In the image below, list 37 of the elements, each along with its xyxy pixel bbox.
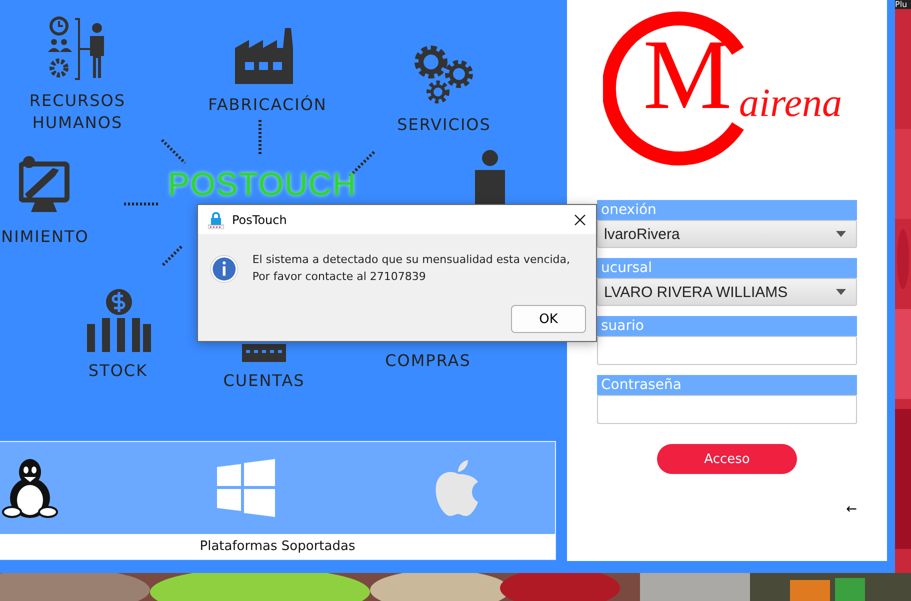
login-button[interactable]: Acceso <box>657 444 797 474</box>
dialog-title: PosTouch <box>232 212 288 226</box>
app-title: POSTOUCH <box>168 166 357 202</box>
field-label: ucursal <box>597 258 857 278</box>
input-field[interactable] <box>597 395 857 424</box>
logo-wordmark: airena <box>739 86 842 120</box>
dropdown[interactable]: LVARO RIVERA WILLIAMS <box>597 278 857 306</box>
ok-button[interactable]: OK <box>511 305 586 333</box>
dotted-connector <box>161 244 184 267</box>
money-chart-icon <box>85 288 151 352</box>
calculator-icon <box>242 344 286 362</box>
dotted-connector <box>124 202 158 206</box>
module-label: NIMIENTO <box>1 226 89 248</box>
dialog-message: El sistema a detectado que su mensualidad esta vencida, Por favor contacte al 27107839 <box>252 252 572 285</box>
dropdown[interactable]: lvaroRivera <box>597 220 857 248</box>
module-label: COMPRAS <box>385 350 471 372</box>
gears-icon <box>413 44 475 106</box>
field-label: suario <box>597 316 857 336</box>
dotted-connector <box>160 138 187 165</box>
module-label: SERVICIOS <box>397 114 491 136</box>
logo-letter: M <box>643 38 732 112</box>
caret-icon <box>836 289 846 295</box>
module-label: CUENTAS <box>223 370 305 392</box>
field-label: Contraseña <box>597 375 857 395</box>
platforms-caption: Plataformas Soportadas <box>198 538 356 556</box>
dotted-connector <box>258 120 262 156</box>
field-label: onexión <box>597 200 857 220</box>
penguin-icon <box>2 458 58 518</box>
input-field[interactable] <box>597 336 857 365</box>
module-label: STOCK <box>88 360 148 382</box>
module-label: RECURSOS HUMANOS <box>28 90 127 134</box>
module-label: FABRICACIÓN <box>208 94 327 116</box>
windows-logo-icon <box>216 459 274 517</box>
close-icon[interactable] <box>574 214 586 226</box>
caret-icon <box>836 231 846 237</box>
lock-icon <box>208 210 224 228</box>
back-arrow[interactable]: ← <box>846 502 857 517</box>
